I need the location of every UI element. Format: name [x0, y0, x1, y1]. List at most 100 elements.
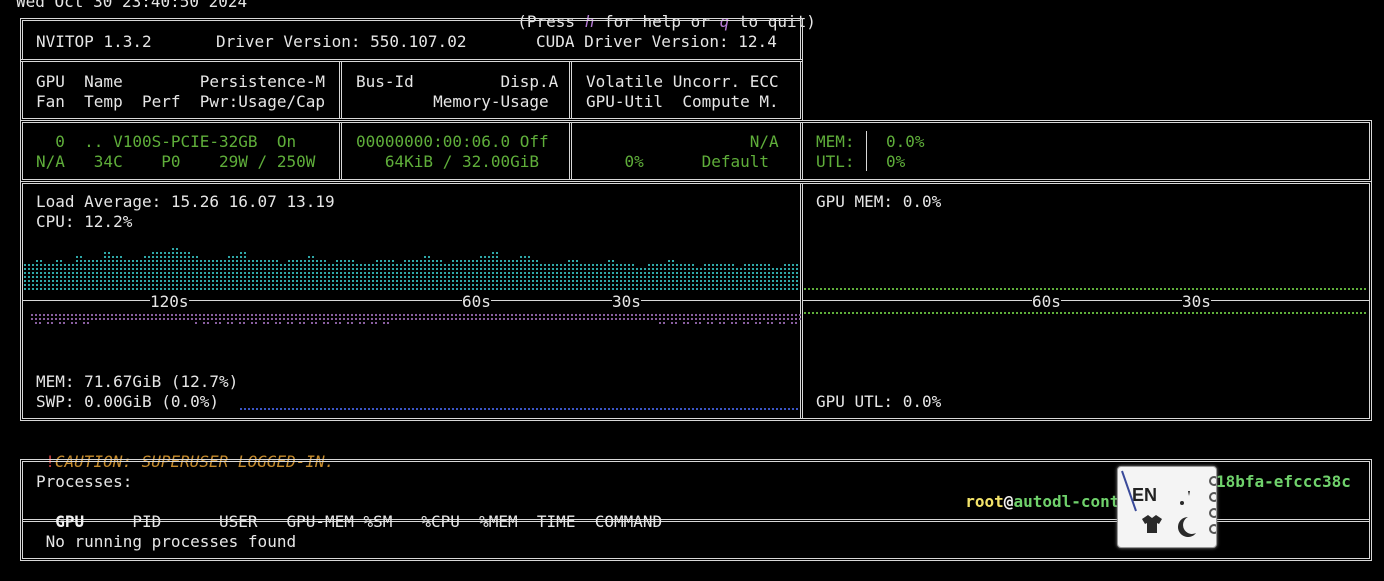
- swap-history-dot: [476, 408, 478, 410]
- cpu-history-dot: [760, 272, 762, 274]
- swap-history-dot: [436, 408, 438, 410]
- gpu-mem-history-dot: [1272, 288, 1274, 290]
- gpu-mem-history-dot: [1216, 288, 1218, 290]
- mem-history-dot: [383, 314, 385, 316]
- cpu-history-dot: [28, 268, 30, 270]
- swap-history-dot: [420, 408, 422, 410]
- gpu-mem-history-dot: [1180, 288, 1182, 290]
- cpu-history-dot: [492, 272, 494, 274]
- cpu-history-dot: [284, 288, 286, 290]
- cpu-history-dot: [156, 256, 158, 258]
- gpu-utl-history-dot: [1340, 312, 1342, 314]
- gpu-mem-history-dot: [932, 288, 934, 290]
- cpu-history-dot: [492, 276, 494, 278]
- mem-history-dot: [47, 322, 49, 324]
- cpu-history-dot: [200, 264, 202, 266]
- cpu-history-dot: [212, 284, 214, 286]
- cpu-history-dot: [312, 268, 314, 270]
- cpu-history-dot: [388, 276, 390, 278]
- gpu-mem-history-dot: [1012, 288, 1014, 290]
- cpu-history-dot: [288, 260, 290, 262]
- mem-history-dot: [327, 314, 329, 316]
- cpu-history-dot: [512, 280, 514, 282]
- gpu-utl-history-dot: [900, 312, 902, 314]
- mem-history-dot: [271, 314, 273, 316]
- gpu-utl-history-dot: [1052, 312, 1054, 314]
- mem-history-dot: [563, 318, 565, 320]
- cpu-history-dot: [196, 280, 198, 282]
- cpu-history-dot: [164, 268, 166, 270]
- cpu-history-dot: [536, 280, 538, 282]
- cpu-history-dot: [760, 276, 762, 278]
- cpu-history-dot: [240, 252, 242, 254]
- mem-history-dot: [123, 318, 125, 320]
- cpu-history-dot: [324, 280, 326, 282]
- mem-history-dot: [707, 314, 709, 316]
- cpu-history-dot: [316, 288, 318, 290]
- mem-history-dot: [303, 314, 305, 316]
- mem-history-dot: [551, 318, 553, 320]
- cpu-history-dot: [480, 272, 482, 274]
- cpu-history-dot: [368, 276, 370, 278]
- mem-history-dot: [503, 314, 505, 316]
- cpu-history-dot: [628, 280, 630, 282]
- cpu-history-dot: [416, 276, 418, 278]
- gpu-mem-history-dot: [1200, 288, 1202, 290]
- cpu-history-dot: [380, 280, 382, 282]
- mem-history-dot: [495, 318, 497, 320]
- cpu-history-dot: [140, 288, 142, 290]
- cpu-history-dot: [752, 284, 754, 286]
- gpu-mem-history-dot: [868, 288, 870, 290]
- cpu-history-dot: [216, 284, 218, 286]
- cpu-history-dot: [788, 288, 790, 290]
- mem-history-dot: [363, 318, 365, 320]
- swap-history-dot: [576, 408, 578, 410]
- swap-history-dot: [504, 408, 506, 410]
- mem-history-dot: [795, 318, 797, 320]
- cpu-history-dot: [716, 272, 718, 274]
- mem-history-dot: [235, 314, 237, 316]
- cpu-history-dot: [244, 268, 246, 270]
- mem-history-dot: [83, 314, 85, 316]
- cpu-history-dot: [480, 288, 482, 290]
- cpu-history-dot: [400, 284, 402, 286]
- mem-history-dot: [651, 318, 653, 320]
- mem-history-dot: [383, 318, 385, 320]
- cpu-history-dot: [604, 276, 606, 278]
- cpu-history-dot: [748, 280, 750, 282]
- cpu-history-dot: [660, 268, 662, 270]
- cpu-history-dot: [260, 268, 262, 270]
- cpu-history-dot: [364, 272, 366, 274]
- cpu-history-dot: [772, 284, 774, 286]
- gpu-utl-history-dot: [1032, 312, 1034, 314]
- cpu-history-dot: [188, 288, 190, 290]
- mem-history-dot: [455, 318, 457, 320]
- cpu-history-dot: [672, 272, 674, 274]
- cpu-history-dot: [152, 284, 154, 286]
- cpu-history-dot: [212, 268, 214, 270]
- cpu-history-dot: [180, 260, 182, 262]
- cpu-history-dot: [756, 272, 758, 274]
- mem-history-dot: [411, 318, 413, 320]
- cpu-history-dot: [432, 280, 434, 282]
- mem-history-dot: [627, 318, 629, 320]
- gpu-mem-history-dot: [804, 288, 806, 290]
- cpu-history-dot: [380, 260, 382, 262]
- col-divider: [800, 123, 803, 179]
- cpu-history-dot: [256, 276, 258, 278]
- cpu-history-dot: [492, 264, 494, 266]
- cpu-history-dot: [224, 276, 226, 278]
- ime-language-widget[interactable]: EN: [1117, 466, 1217, 548]
- cpu-history-dot: [320, 280, 322, 282]
- cpu-history-dot: [108, 276, 110, 278]
- cpu-history-dot: [344, 260, 346, 262]
- mem-history-dot: [607, 314, 609, 316]
- swap-history-dot: [664, 408, 666, 410]
- mem-history-dot: [195, 318, 197, 320]
- cpu-history-dot: [388, 268, 390, 270]
- cpu-history-dot: [160, 252, 162, 254]
- cpu-history-dot: [88, 260, 90, 262]
- swap-history-dot: [352, 408, 354, 410]
- gpu-utl-history-dot: [860, 312, 862, 314]
- cpu-history-dot: [696, 268, 698, 270]
